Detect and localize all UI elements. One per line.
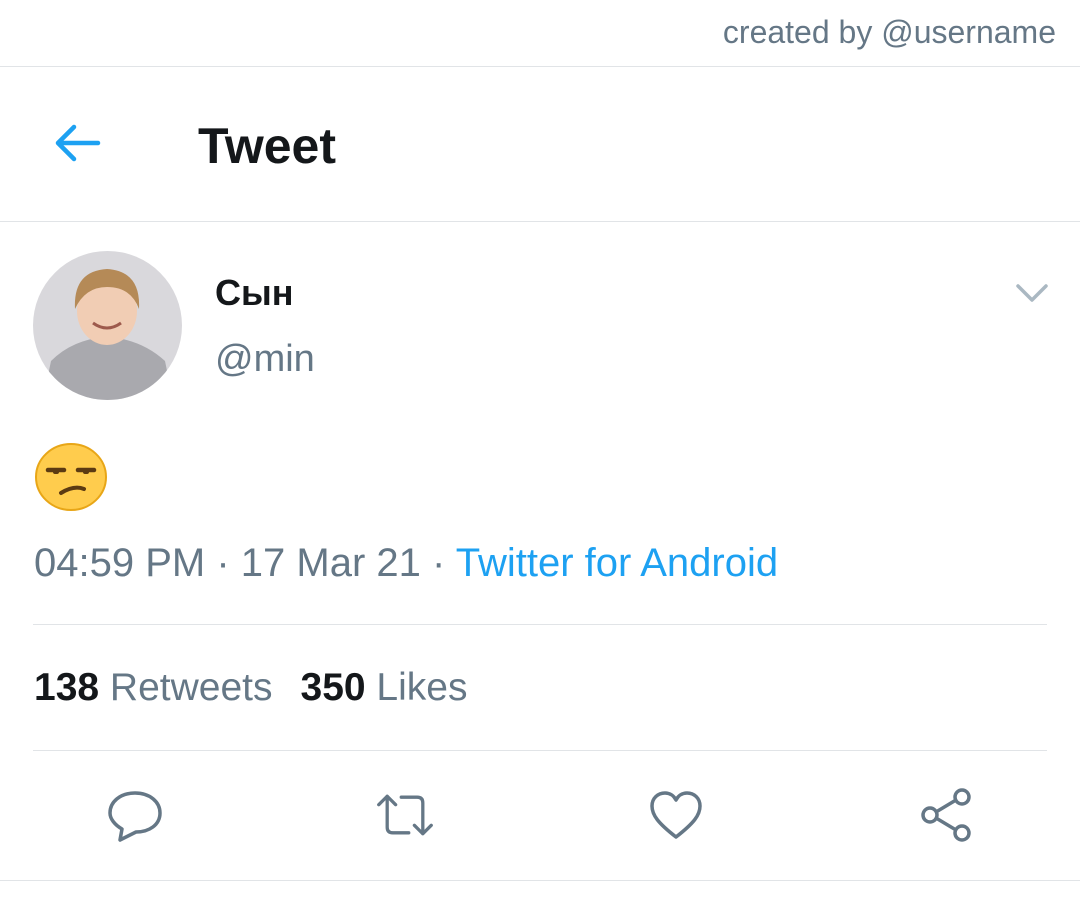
tweet-content-emoji (34, 443, 108, 511)
separator: · (432, 541, 446, 585)
divider (0, 880, 1080, 881)
unamused-face-icon (35, 443, 107, 511)
share-button[interactable] (916, 785, 976, 845)
tweet-stats: 138 Retweets 350 Likes (34, 666, 467, 710)
heart-icon (650, 791, 702, 839)
divider (33, 750, 1047, 751)
like-button[interactable] (646, 785, 706, 845)
tweet-meta: 04:59 PM · 17 Mar 21 · Twitter for Andro… (34, 541, 778, 586)
likes-count: 350 (300, 666, 366, 709)
action-bar (0, 785, 1080, 845)
back-button[interactable] (50, 119, 102, 167)
chevron-down-icon (1016, 284, 1048, 302)
creator-credit: created by @username (722, 14, 1056, 50)
reply-button[interactable] (105, 785, 165, 845)
likes-label: Likes (376, 666, 468, 709)
tweet-date: 17 Mar 21 (240, 541, 421, 585)
reply-icon (108, 791, 162, 842)
retweets-label: Retweets (109, 666, 273, 709)
retweet-icon (377, 794, 433, 836)
more-options-button[interactable] (1014, 282, 1050, 304)
author-handle[interactable]: @min (215, 338, 315, 381)
tweet-source-link[interactable]: Twitter for Android (456, 541, 778, 585)
retweets-stat[interactable]: 138 Retweets (34, 666, 273, 709)
top-bar: created by @username (0, 0, 1080, 67)
avatar-photo (33, 251, 182, 400)
separator: · (216, 541, 230, 585)
share-icon (921, 788, 971, 842)
avatar[interactable] (33, 251, 182, 400)
page-title: Tweet (198, 118, 336, 174)
retweets-count: 138 (34, 666, 100, 709)
retweet-button[interactable] (375, 785, 435, 845)
tweet-time: 04:59 PM (34, 541, 206, 585)
divider (33, 624, 1047, 625)
back-arrow-icon (55, 124, 101, 162)
tweet-header: Tweet (0, 67, 1080, 222)
author-name[interactable]: Сын (215, 272, 294, 314)
likes-stat[interactable]: 350 Likes (301, 666, 468, 709)
